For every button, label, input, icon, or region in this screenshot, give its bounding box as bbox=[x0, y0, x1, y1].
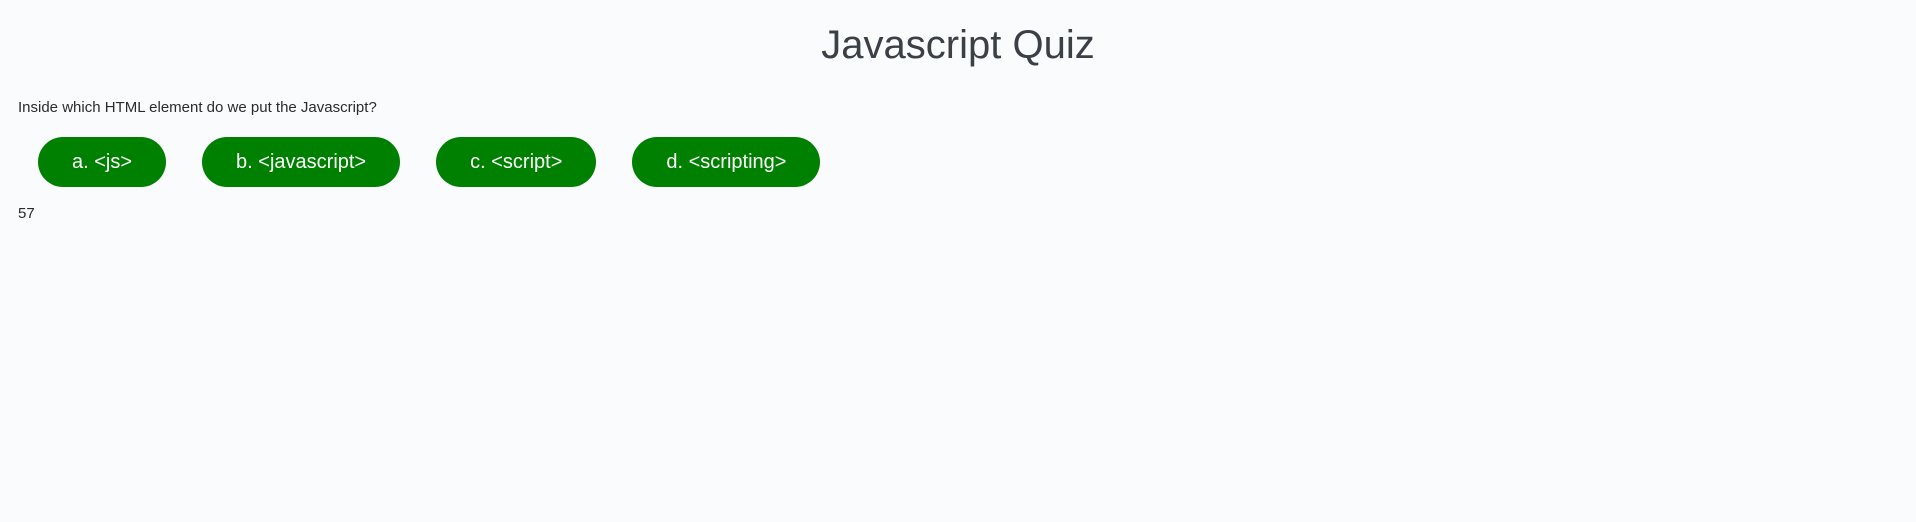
answer-button-c[interactable]: c. <script> bbox=[436, 137, 597, 187]
quiz-page: Javascript Quiz Inside which HTML elemen… bbox=[0, 0, 1916, 522]
answer-list: a. <js> b. <javascript> c. <script> d. <… bbox=[38, 137, 821, 187]
answer-button-a[interactable]: a. <js> bbox=[38, 137, 167, 187]
answer-button-b[interactable]: b. <javascript> bbox=[202, 137, 401, 187]
answer-button-d[interactable]: d. <scripting> bbox=[632, 137, 821, 187]
question-text: Inside which HTML element do we put the … bbox=[18, 99, 377, 116]
timer-countdown: 57 bbox=[18, 205, 35, 222]
page-title: Javascript Quiz bbox=[821, 23, 1095, 67]
